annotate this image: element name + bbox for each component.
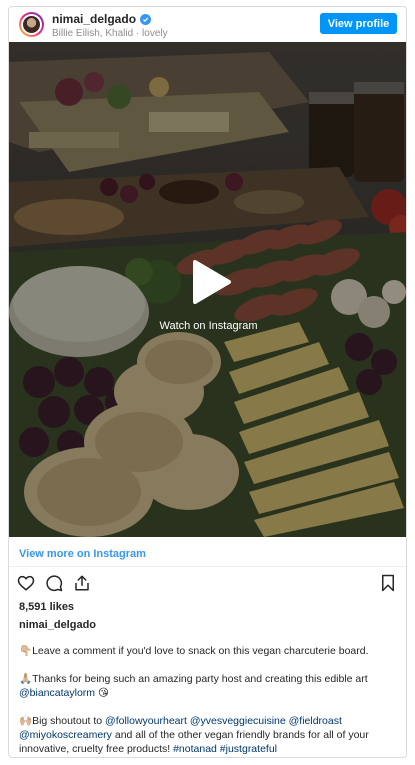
verified-badge-icon [140,13,152,25]
avatar[interactable] [19,12,44,37]
divider [9,566,406,567]
username-row: nimai_delgado [52,12,168,26]
hashtag-link[interactable]: #justgrateful [220,743,277,755]
mention-link[interactable]: @yvesveggiecuisine [190,715,286,727]
share-icon[interactable] [73,574,91,592]
bookmark-icon[interactable] [379,574,397,592]
view-more-link[interactable]: View more on Instagram [19,548,146,560]
hashtag-link[interactable]: #notanad [173,743,217,755]
username[interactable]: nimai_delgado [52,12,136,26]
mention-link[interactable]: @followyourheart [105,715,187,727]
post-media[interactable]: Watch on Instagram [9,42,406,537]
caption-text: 👇🏼Leave a comment if you'd love to snack… [19,644,401,757]
caption-line-text: 🙏🏼Thanks for being such an amazing party… [19,673,368,685]
play-icon[interactable] [181,254,237,310]
user-block: nimai_delgado Billie Eilish, Khalid · lo… [52,12,168,39]
heart-icon[interactable] [17,574,35,592]
post-header: nimai_delgado Billie Eilish, Khalid · lo… [9,7,406,41]
caption-line: 🙏🏼Thanks for being such an amazing party… [19,672,401,700]
audio-subtitle[interactable]: Billie Eilish, Khalid · lovely [52,28,168,39]
action-bar [17,574,91,592]
caption-line-text: 🙌🏼Big shoutout to [19,715,106,727]
mention-link[interactable]: @miyokoscreamery [19,729,112,741]
caption-username[interactable]: nimai_delgado [19,619,96,631]
caption-line: 🙌🏼Big shoutout to @followyourheart @yves… [19,714,401,756]
mention-link[interactable]: @biancataylorm [19,687,95,699]
instagram-embed-card: nimai_delgado Billie Eilish, Khalid · lo… [8,6,407,758]
comment-icon[interactable] [45,574,63,592]
watch-on-instagram-label[interactable]: Watch on Instagram [9,320,406,332]
view-profile-button[interactable]: View profile [320,13,397,34]
mention-link[interactable]: @fieldroast [289,715,342,727]
likes-count[interactable]: 8,591 likes [19,601,74,613]
caption-line-text: 👇🏼Leave a comment if you'd love to snack… [19,645,369,657]
emoji: 😘 [95,687,109,699]
caption-line: 👇🏼Leave a comment if you'd love to snack… [19,644,401,658]
